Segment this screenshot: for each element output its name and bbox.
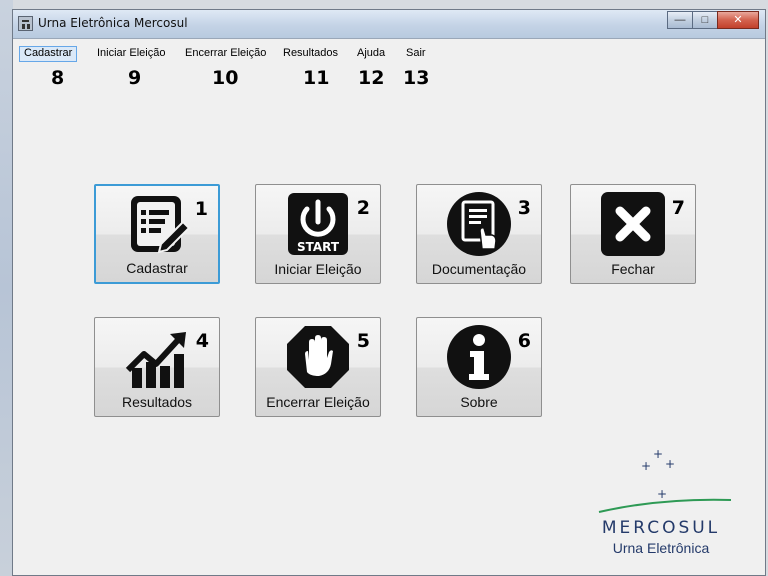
document-touch-icon [447, 192, 511, 256]
app-window: Urna Eletrônica Mercosul — □ ✕ Cadastrar… [12, 9, 766, 576]
title-bar[interactable]: Urna Eletrônica Mercosul — □ ✕ [13, 10, 765, 39]
svg-text:+: + [653, 447, 663, 461]
mercosul-logo: + + + + MERCOSUL Urna Eletrônica [591, 446, 731, 566]
callout-12: 12 [358, 67, 385, 89]
callout-13: 13 [403, 67, 430, 89]
tile-number: 7 [671, 197, 685, 219]
info-icon [447, 325, 511, 389]
tile-encerrar-eleicao[interactable]: 5 Encerrar Eleição [255, 317, 381, 417]
tile-number: 4 [195, 330, 209, 352]
stop-hand-icon [287, 326, 349, 388]
window-title: Urna Eletrônica Mercosul [38, 16, 188, 30]
tile-resultados[interactable]: 4 Resultados [94, 317, 220, 417]
menu-resultados[interactable]: Resultados [279, 46, 342, 62]
menu-encerrar-eleicao[interactable]: Encerrar Eleição [181, 46, 270, 62]
tile-label: Fechar [611, 261, 655, 277]
close-window-button[interactable]: ✕ [717, 11, 759, 29]
rising-chart-icon [125, 332, 186, 388]
tile-number: 5 [356, 330, 370, 352]
tile-documentacao[interactable]: 3 Documentação [416, 184, 542, 284]
menu-sair[interactable]: Sair [402, 46, 430, 62]
callout-10: 10 [212, 67, 239, 89]
maximize-button[interactable]: □ [692, 11, 718, 29]
southern-cross-icon: + + + + [598, 447, 731, 513]
tile-cadastrar[interactable]: 1 Cadastrar [94, 184, 220, 284]
tile-number: 2 [356, 197, 370, 219]
menu-cadastrar[interactable]: Cadastrar [19, 46, 78, 62]
tile-label: Encerrar Eleição [266, 394, 370, 410]
svg-text:+: + [657, 487, 667, 501]
window-controls: — □ ✕ [667, 11, 759, 30]
svg-text:+: + [641, 459, 651, 473]
tile-label: Iniciar Eleição [274, 261, 362, 277]
menu-iniciar-eleicao[interactable]: Iniciar Eleição [93, 46, 169, 62]
menu-ajuda[interactable]: Ajuda [353, 46, 389, 62]
menu-bar: Cadastrar Iniciar Eleição Encerrar Eleiç… [13, 44, 765, 64]
tile-number: 6 [517, 330, 531, 352]
tile-iniciar-eleicao[interactable]: START 2 Iniciar Eleição [255, 184, 381, 284]
tile-label: Sobre [460, 394, 498, 410]
logo-subtitle: Urna Eletrônica [612, 540, 710, 556]
register-form-edit-icon [131, 196, 191, 254]
start-badge: START [297, 240, 340, 254]
tile-label: Resultados [121, 394, 193, 410]
tile-number: 1 [194, 198, 208, 220]
app-icon [18, 16, 33, 31]
tile-number: 3 [517, 197, 531, 219]
callout-9: 9 [128, 67, 142, 89]
close-x-icon [601, 192, 665, 256]
tile-label: Documentação [431, 261, 527, 277]
svg-text:+: + [665, 457, 675, 471]
power-start-icon: START [288, 193, 348, 255]
tile-sobre[interactable]: 6 Sobre [416, 317, 542, 417]
callout-11: 11 [303, 67, 330, 89]
tile-label: Cadastrar [126, 260, 188, 276]
callout-8: 8 [51, 67, 65, 89]
minimize-button[interactable]: — [667, 11, 693, 29]
tile-fechar[interactable]: 7 Fechar [570, 184, 696, 284]
logo-word: MERCOSUL [601, 518, 721, 538]
